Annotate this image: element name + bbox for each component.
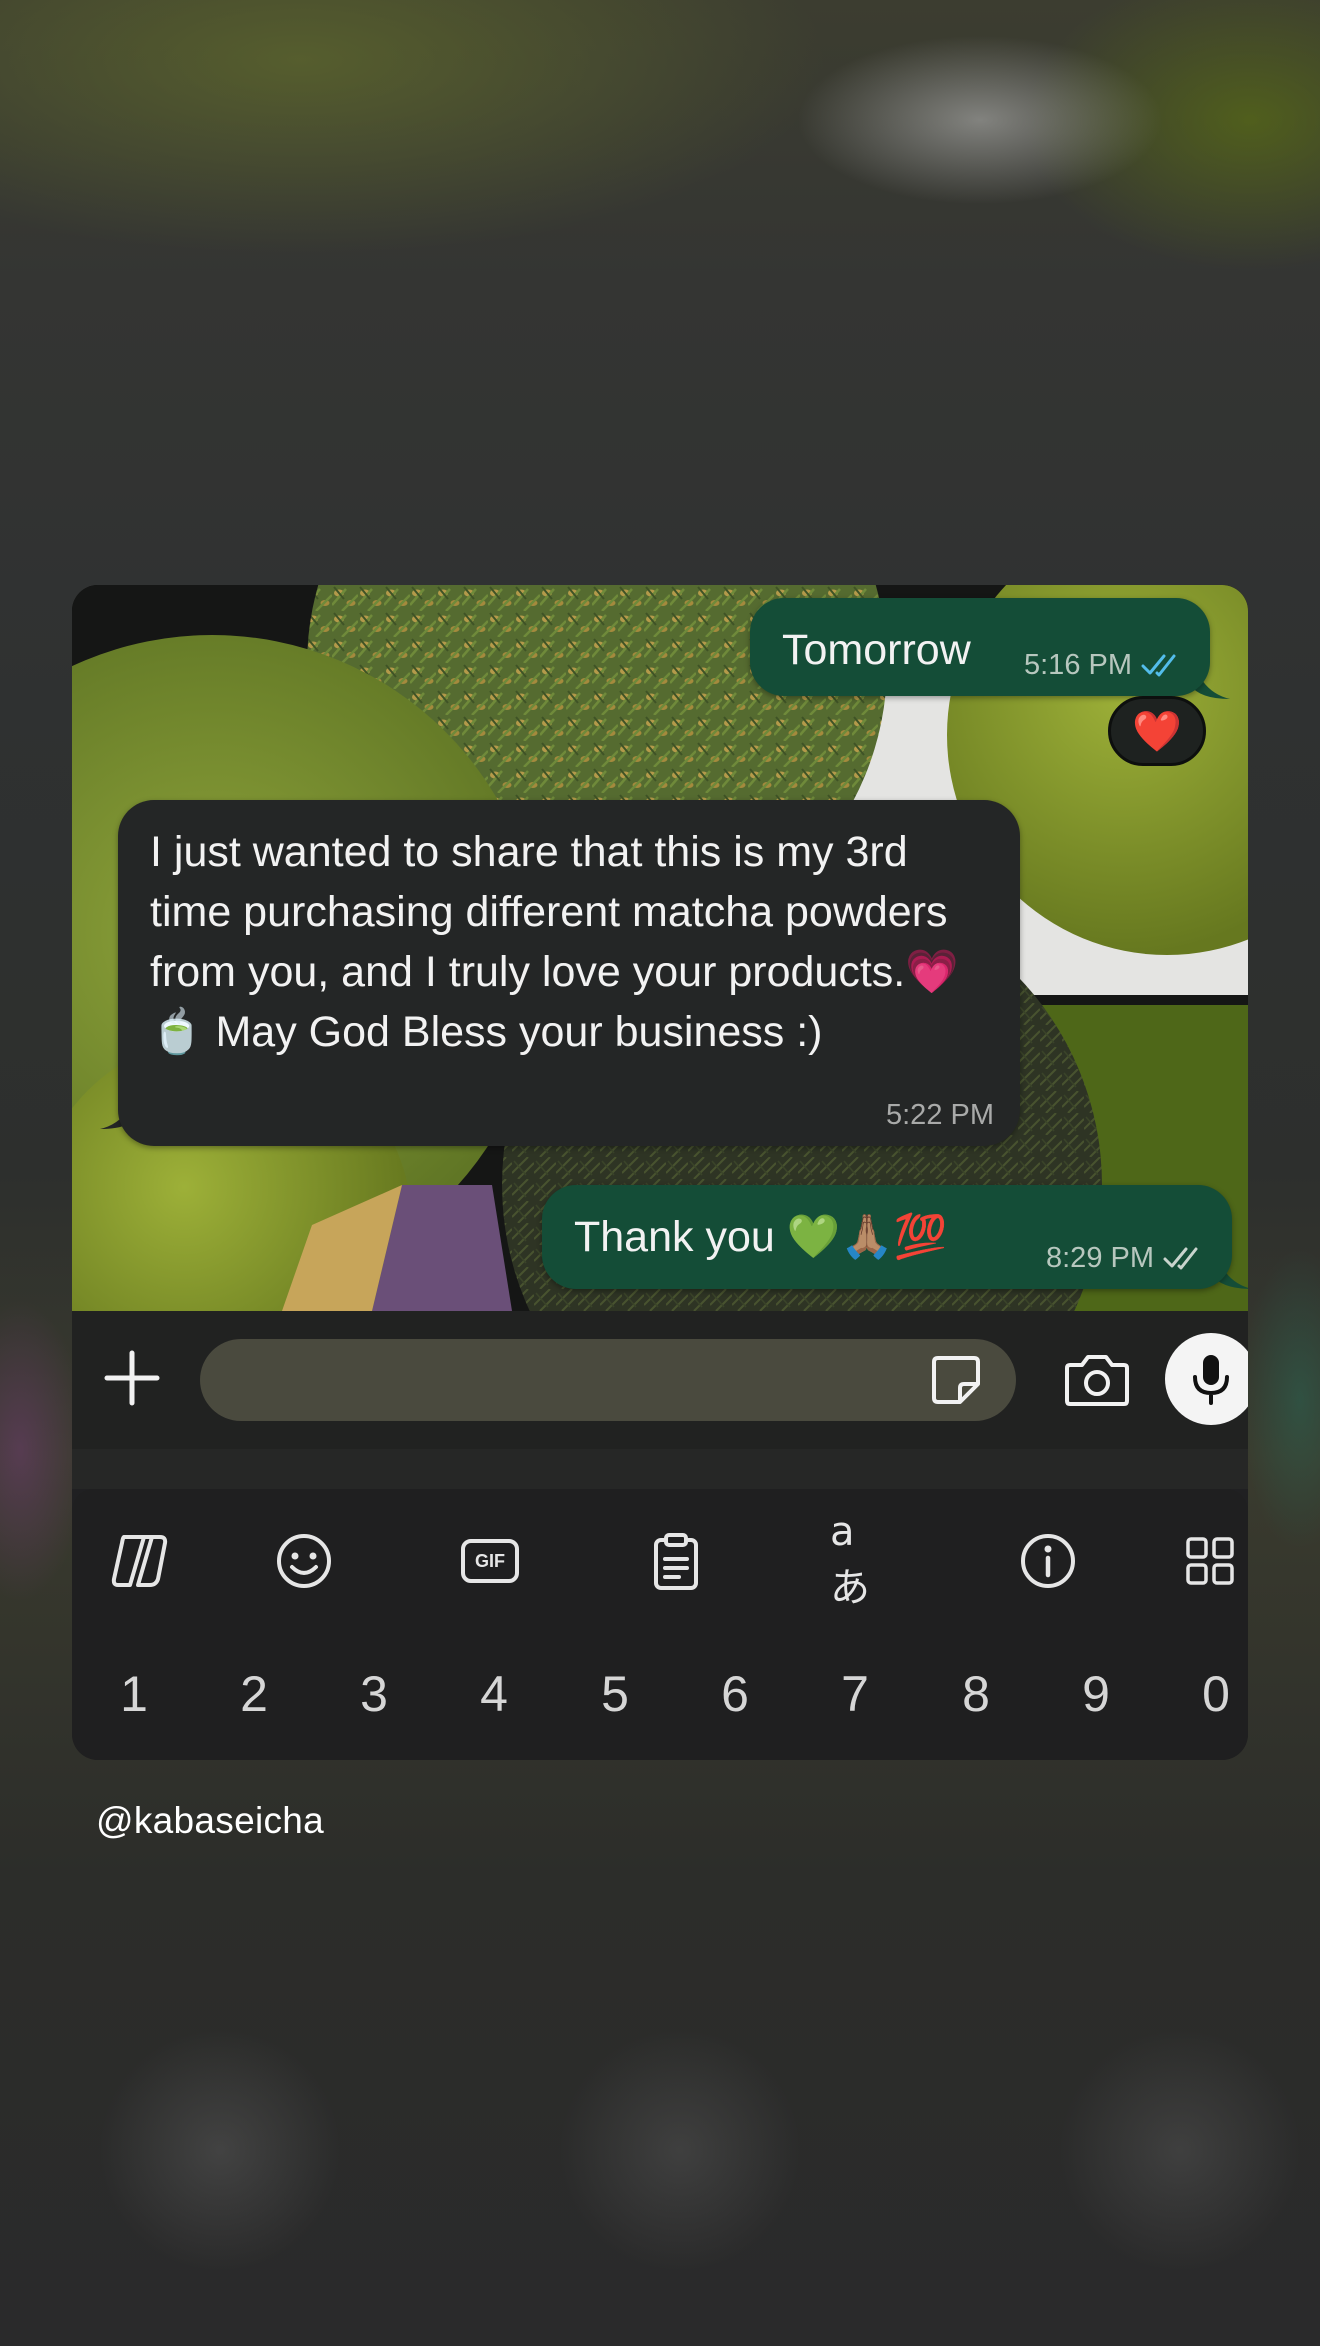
gif-icon[interactable]: GIF xyxy=(458,1529,522,1593)
sticker-icon[interactable] xyxy=(930,1354,982,1406)
reaction-badge[interactable]: ❤️ xyxy=(1108,696,1206,766)
key-9[interactable]: 9 xyxy=(1056,1659,1136,1729)
message-text: Tomorrow xyxy=(782,626,971,674)
clipboard-icon[interactable] xyxy=(644,1529,708,1593)
message-time: 5:22 PM xyxy=(886,1099,994,1131)
keyboard-toolbar: GIF aあ xyxy=(72,1509,1248,1611)
number-row: 1 2 3 4 5 6 7 8 9 0 xyxy=(72,1659,1248,1729)
key-5[interactable]: 5 xyxy=(575,1659,655,1729)
translate-icon[interactable]: aあ xyxy=(830,1509,894,1611)
message-text: Thank you 💚🙏🏽💯 xyxy=(574,1213,948,1261)
apps-grid-icon[interactable] xyxy=(1178,1529,1242,1593)
keyboard: GIF aあ 1 2 3 4 5 6 7 8 9 0 xyxy=(72,1489,1248,1760)
key-3[interactable]: 3 xyxy=(334,1659,414,1729)
outgoing-message[interactable]: Thank you 💚🙏🏽💯 8:29 PM xyxy=(542,1185,1232,1289)
key-2[interactable]: 2 xyxy=(214,1659,294,1729)
divider xyxy=(72,1449,1248,1489)
chat-area: Tomorrow 5:16 PM ❤️ I just wanted to sha… xyxy=(72,585,1248,1311)
delivered-receipt-icon xyxy=(1162,1244,1206,1272)
key-7[interactable]: 7 xyxy=(815,1659,895,1729)
copilot-icon[interactable] xyxy=(110,1529,174,1593)
heart-reaction: ❤️ xyxy=(1132,709,1182,754)
message-time: 5:16 PM xyxy=(1024,649,1132,681)
message-meta: 5:16 PM xyxy=(1024,648,1184,682)
key-1[interactable]: 1 xyxy=(94,1659,174,1729)
read-receipt-icon xyxy=(1140,651,1184,679)
message-time: 8:29 PM xyxy=(1046,1242,1154,1274)
camera-icon[interactable] xyxy=(1064,1349,1130,1409)
key-6[interactable]: 6 xyxy=(695,1659,775,1729)
incoming-message[interactable]: I just wanted to share that this is my 3… xyxy=(118,800,1020,1146)
key-4[interactable]: 4 xyxy=(454,1659,534,1729)
message-meta: 8:29 PM xyxy=(1046,1241,1206,1275)
translate-label: aあ xyxy=(830,1509,870,1611)
message-input-bar xyxy=(72,1311,1248,1449)
key-0[interactable]: 0 xyxy=(1176,1659,1248,1729)
outgoing-message[interactable]: Tomorrow 5:16 PM xyxy=(750,598,1210,696)
microphone-icon[interactable] xyxy=(1165,1333,1248,1425)
chat-card: Tomorrow 5:16 PM ❤️ I just wanted to sha… xyxy=(72,585,1248,1760)
emoji-icon[interactable] xyxy=(272,1529,336,1593)
gif-label: GIF xyxy=(475,1550,505,1571)
message-text: I just wanted to share that this is my 3… xyxy=(150,828,959,1056)
message-meta: 5:22 PM xyxy=(886,1098,994,1132)
key-8[interactable]: 8 xyxy=(936,1659,1016,1729)
watermark-handle: @kabaseicha xyxy=(96,1800,325,1841)
message-input[interactable] xyxy=(200,1339,1016,1421)
info-icon[interactable] xyxy=(1016,1529,1080,1593)
plus-icon[interactable] xyxy=(100,1346,164,1410)
